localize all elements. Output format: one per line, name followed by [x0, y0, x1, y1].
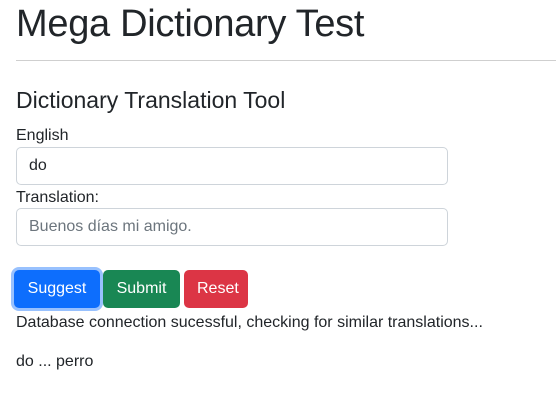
english-label: English: [16, 127, 69, 144]
reset-button[interactable]: Reset: [184, 270, 248, 308]
translation-input[interactable]: [16, 208, 448, 246]
page-title: Mega Dictionary Test: [16, 3, 365, 45]
header-divider: [16, 60, 556, 61]
english-input[interactable]: [16, 147, 448, 185]
translation-label: Translation:: [16, 189, 99, 206]
status-message: Database connection sucessful, checking …: [16, 314, 483, 331]
submit-button[interactable]: Submit: [103, 270, 180, 308]
tool-title: Dictionary Translation Tool: [16, 87, 286, 113]
suggest-button[interactable]: Suggest: [14, 270, 100, 308]
translation-result: do ... perro: [16, 353, 94, 370]
